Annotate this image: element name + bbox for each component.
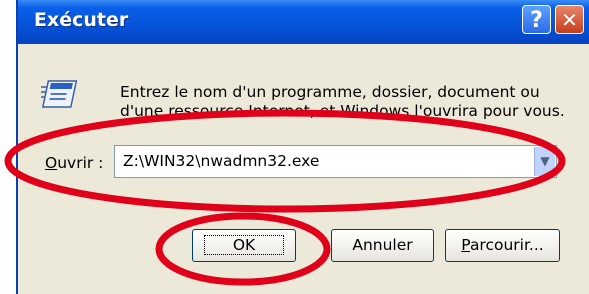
open-combobox[interactable]: Z:\WIN32\nwadmn32.exe ▼	[114, 145, 557, 178]
window-title: Exécuter	[34, 9, 129, 31]
run-program-icon	[41, 80, 78, 108]
ok-label: OK	[203, 235, 285, 255]
browse-label: arcourir...	[469, 236, 544, 254]
ok-button[interactable]: OK	[192, 229, 296, 262]
close-button[interactable]: ✕	[555, 5, 584, 34]
help-button[interactable]: ?	[522, 5, 551, 34]
open-label-hotkey: O	[45, 154, 58, 172]
browse-button[interactable]: Parcourir...	[445, 229, 560, 262]
run-dialog: Exécuter ? ✕ Entrez le nom d'un programm…	[16, 0, 589, 294]
title-bar[interactable]: Exécuter ? ✕	[18, 0, 589, 44]
chevron-down-icon[interactable]: ▼	[534, 147, 555, 176]
cancel-button[interactable]: Annuler	[331, 229, 434, 262]
dialog-description: Entrez le nom d'un programme, dossier, d…	[120, 83, 565, 120]
open-label: Ouvrir :	[45, 154, 103, 172]
open-input[interactable]: Z:\WIN32\nwadmn32.exe	[123, 152, 319, 170]
browse-hotkey: P	[461, 236, 470, 254]
open-label-text: uvrir :	[57, 154, 104, 172]
